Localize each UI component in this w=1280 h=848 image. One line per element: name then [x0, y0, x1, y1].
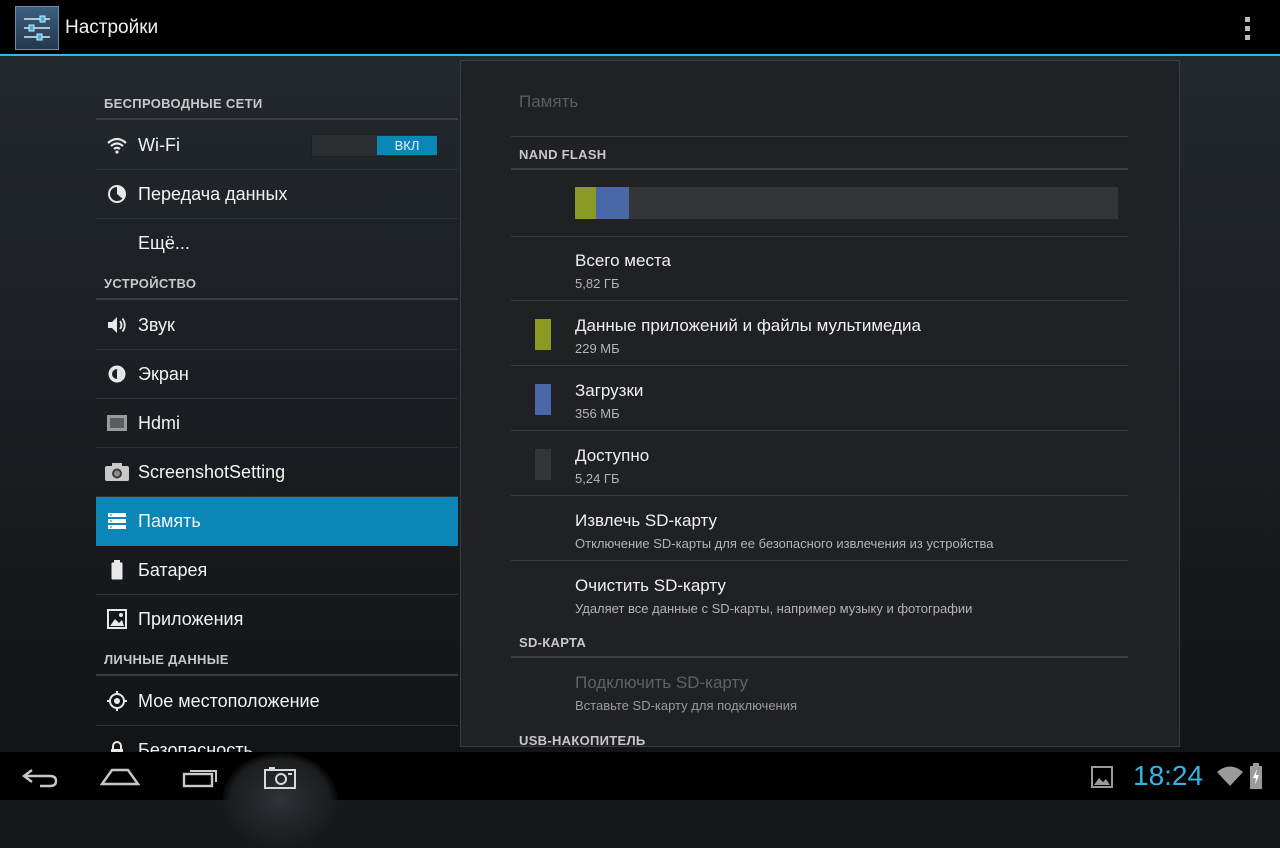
settings-list[interactable]: БЕСПРОВОДНЫЕ СЕТИ Wi-Fi ВКЛ Передача дан…	[96, 56, 458, 752]
row-title: Данные приложений и файлы мультимедиа	[575, 316, 921, 335]
usage-segment-apps	[575, 187, 596, 219]
sidebar-item-hdmi[interactable]: Hdmi	[96, 399, 458, 448]
apps-icon	[107, 609, 127, 629]
recent-apps-icon[interactable]	[182, 762, 222, 792]
section-label: ЛИЧНЫЕ ДАННЫЕ	[104, 652, 229, 667]
row-title: Доступно	[575, 446, 650, 465]
overflow-menu-icon[interactable]	[1238, 14, 1258, 42]
settings-sliders-icon[interactable]	[15, 6, 59, 50]
sidebar-item-label: Звук	[138, 315, 175, 335]
nand-header: NAND FLASH	[519, 147, 607, 162]
sidebar-item-label: ScreenshotSetting	[138, 462, 286, 482]
brightness-icon	[108, 365, 126, 383]
section-label: БЕСПРОВОДНЫЕ СЕТИ	[104, 96, 263, 111]
erase-sd-row[interactable]: Очистить SD-карту Удаляет все данные с S…	[511, 562, 1128, 626]
sidebar-item-label: Hdmi	[138, 413, 181, 433]
row-title: Загрузки	[575, 381, 644, 400]
row-summary: Отключение SD-карты для ее безопасного и…	[575, 536, 994, 551]
sidebar-item-label: Wi-Fi	[138, 135, 180, 155]
sidebar-item-label: Батарея	[138, 560, 208, 580]
storage-row-downloads[interactable]: Загрузки 356 МБ	[511, 367, 1128, 431]
sd-header: SD-КАРТА	[519, 635, 587, 650]
sidebar-item-label: Мое местоположение	[138, 691, 320, 711]
wifi-icon	[107, 137, 127, 154]
battery-icon	[111, 560, 123, 580]
sidebar-item-security[interactable]: Безопасность	[96, 726, 458, 752]
sidebar-item-label: Память	[138, 511, 201, 531]
sidebar-item-data-usage[interactable]: Передача данных	[96, 170, 458, 219]
row-title: Всего места	[575, 251, 671, 270]
battery-charging-icon	[1250, 763, 1262, 789]
wifi-toggle-on-label: ВКЛ	[377, 136, 437, 155]
row-value: 356 МБ	[575, 406, 620, 421]
storage-row-apps[interactable]: Данные приложений и файлы мультимедиа 22…	[511, 302, 1128, 366]
sidebar-item-wifi[interactable]: Wi-Fi ВКЛ	[96, 121, 458, 170]
clock: 18:24	[1133, 760, 1204, 791]
sidebar-item-label: Безопасность	[138, 740, 253, 752]
row-summary: Удаляет все данные с SD-карты, например …	[575, 601, 973, 616]
sidebar-item-more[interactable]: Ещё...	[96, 219, 458, 267]
storage-usage-bar	[575, 187, 1118, 219]
row-title: Подключить SD-карту	[575, 673, 748, 692]
color-swatch	[535, 319, 551, 350]
sidebar-item-display[interactable]: Экран	[96, 350, 458, 399]
screenshot-icon[interactable]	[262, 763, 298, 791]
wifi-signal-icon	[1217, 766, 1243, 786]
row-title: Очистить SD-карту	[575, 576, 726, 595]
sidebar-item-location[interactable]: Мое местоположение	[96, 677, 458, 726]
row-value: 5,82 ГБ	[575, 276, 620, 291]
storage-panel: Память NAND FLASH Всего места 5,82 ГБ Да…	[460, 60, 1180, 747]
sidebar-item-storage[interactable]: Память	[96, 497, 458, 546]
divider	[511, 656, 1128, 658]
storage-row-available: Доступно 5,24 ГБ	[511, 432, 1128, 496]
sidebar-item-sound[interactable]: Звук	[96, 301, 458, 350]
action-bar: Настройки	[0, 0, 1280, 54]
divider	[511, 168, 1128, 170]
sidebar-item-label: Экран	[138, 364, 189, 384]
sidebar-item-screenshot[interactable]: ScreenshotSetting	[96, 448, 458, 497]
section-label: УСТРОЙСТВО	[104, 276, 197, 291]
location-icon	[107, 691, 127, 711]
data-usage-icon	[108, 185, 126, 203]
usb-header: USB-НАКОПИТЕЛЬ	[519, 733, 646, 747]
color-swatch	[535, 384, 551, 415]
back-icon[interactable]	[20, 762, 60, 792]
app-title: Настройки	[65, 17, 159, 38]
speaker-icon	[108, 317, 126, 333]
sidebar-item-battery[interactable]: Батарея	[96, 546, 458, 595]
gallery-notification-icon[interactable]	[1091, 766, 1113, 788]
sidebar-item-label: Ещё...	[138, 233, 190, 253]
row-title: Извлечь SD-карту	[575, 511, 718, 530]
row-value: 229 МБ	[575, 341, 620, 356]
hdmi-icon	[107, 415, 127, 431]
row-summary: Вставьте SD-карту для подключения	[575, 698, 798, 713]
mount-sd-row: Подключить SD-карту Вставьте SD-карту дл…	[511, 659, 1128, 723]
color-swatch	[535, 449, 551, 480]
storage-icon	[108, 513, 126, 529]
lock-icon	[111, 741, 123, 752]
sidebar-item-label: Приложения	[138, 609, 244, 629]
divider	[511, 136, 1128, 137]
storage-row-total: Всего места 5,82 ГБ	[511, 237, 1128, 301]
row-value: 5,24 ГБ	[575, 471, 620, 486]
panel-title: Память	[519, 92, 579, 111]
unmount-sd-row[interactable]: Извлечь SD-карту Отключение SD-карты для…	[511, 497, 1128, 561]
sidebar-item-label: Передача данных	[138, 184, 288, 204]
sidebar-item-apps[interactable]: Приложения	[96, 595, 458, 643]
usage-segment-downloads	[596, 187, 629, 219]
home-icon[interactable]	[100, 762, 140, 792]
camera-icon	[105, 463, 129, 481]
wifi-toggle[interactable]: ВКЛ	[311, 134, 438, 157]
